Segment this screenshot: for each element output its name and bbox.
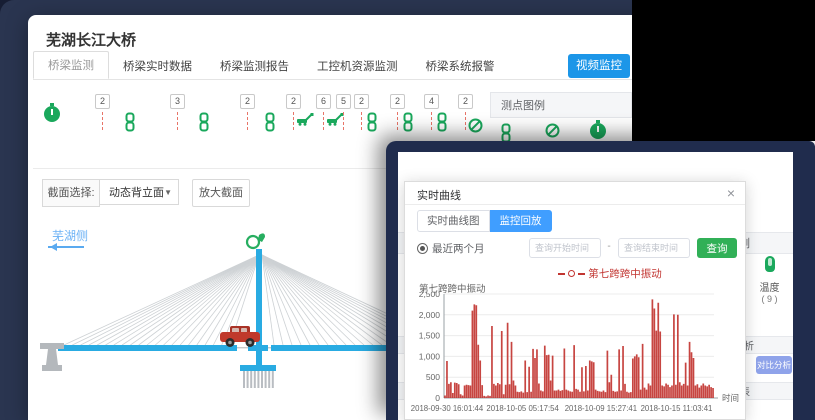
video-monitor-button[interactable]: 视频监控: [568, 54, 630, 78]
tab-0[interactable]: 桥梁监测: [33, 51, 109, 79]
badge-value[interactable]: 5: [336, 94, 351, 109]
timer-icon[interactable]: [44, 106, 60, 122]
recent-two-months-radio[interactable]: [417, 243, 428, 254]
section-select-dropdown[interactable]: 动态背立面 ▼: [99, 179, 179, 205]
section-select-value: 动态背立面: [109, 187, 164, 199]
overlay-window: 测点图例 温度 ( 9 ) 对比分析 对比分析 测点列表 实时曲线 × 实时曲线…: [386, 141, 815, 420]
compare-analysis-button[interactable]: 对比分析: [756, 356, 792, 374]
close-icon[interactable]: ×: [727, 184, 735, 202]
legend-circle-icon: [568, 270, 575, 277]
tab-2[interactable]: 桥梁监测报告: [206, 53, 303, 79]
svg-text:2,500: 2,500: [419, 292, 441, 299]
section-select-label: 截面选择:: [42, 179, 100, 207]
tab-3[interactable]: 工控机资源监测: [303, 53, 412, 79]
alarm-dash: [465, 112, 467, 130]
badge-value[interactable]: 2: [286, 94, 301, 109]
car: [220, 326, 260, 347]
alarm-dash: [323, 112, 325, 130]
ban-icon[interactable]: [468, 118, 483, 138]
alarm-dash: [431, 112, 433, 130]
svg-text:0: 0: [435, 393, 440, 403]
badge-value[interactable]: 3: [170, 94, 185, 109]
alarm-dash: [177, 112, 179, 130]
zoom-section-button[interactable]: 放大截面: [192, 179, 250, 207]
page-title: 芜湖长江大桥: [46, 29, 136, 50]
chevron-down-icon: ▼: [164, 180, 172, 206]
range-separator: -: [603, 241, 615, 252]
link-icon[interactable]: [198, 112, 210, 137]
modal-tabs: 实时曲线图 监控回放: [417, 210, 552, 232]
bridge-deck-right: [271, 345, 400, 351]
tab-realtime-curve[interactable]: 实时曲线图: [417, 210, 490, 232]
svg-text:2018-10-05 05:17:54: 2018-10-05 05:17:54: [486, 404, 559, 413]
alarm-dash: [293, 112, 295, 130]
rotate-sensor-icon: [247, 236, 259, 248]
vibration-chart: 0 500 1,000 1,500 2,000 2,500 2018-09-30 16:01…: [407, 292, 743, 420]
thermometer-icon: [765, 256, 775, 272]
svg-text:1,000: 1,000: [419, 351, 441, 361]
tab-monitor-playback[interactable]: 监控回放: [490, 210, 552, 232]
svg-text:2018-10-15 11:03:41: 2018-10-15 11:03:41: [641, 404, 713, 413]
abutment-pier: [40, 343, 64, 371]
link-icon[interactable]: [124, 112, 136, 137]
realtime-curve-modal: 实时曲线 × 实时曲线图 监控回放 最近两个月 - 查询 第七跨跨中振动: [404, 181, 746, 420]
badge-value[interactable]: 2: [390, 94, 405, 109]
svg-text:1,500: 1,500: [419, 331, 441, 341]
bridge-diagram: [28, 215, 400, 400]
legend-line-icon: [558, 273, 565, 275]
svg-text:时间: 时间: [722, 393, 739, 403]
badge-value[interactable]: 4: [424, 94, 439, 109]
recent-two-months-label: 最近两个月: [432, 241, 485, 256]
start-time-input[interactable]: [529, 238, 601, 258]
link-icon[interactable]: [264, 112, 276, 137]
badge-value[interactable]: 2: [458, 94, 473, 109]
bridge-deck-left: [58, 345, 237, 351]
alarm-dash: [102, 112, 104, 130]
temperature-legend: 温度 ( 9 ): [746, 256, 793, 304]
sensor-count-badge[interactable]: 3: [170, 94, 185, 130]
svg-text:2,000: 2,000: [419, 310, 441, 320]
tab-4[interactable]: 桥梁系统报警: [412, 53, 509, 79]
overlay-page: 测点图例 温度 ( 9 ) 对比分析 对比分析 测点列表 实时曲线 × 实时曲线…: [398, 152, 793, 420]
svg-text:2018-09-30 16:01:44: 2018-09-30 16:01:44: [411, 404, 484, 413]
legend-line-icon: [578, 273, 585, 275]
legend-timer-icon: [590, 123, 606, 139]
filter-row: 最近两个月 - 查询: [405, 238, 745, 260]
truck-icon[interactable]: [296, 112, 314, 131]
link-icon[interactable]: [366, 112, 378, 137]
alarm-dash: [397, 112, 399, 130]
alarm-dash: [247, 112, 249, 130]
alarm-dash: [361, 112, 363, 130]
legend-ban-icon: [545, 123, 560, 143]
black-screen-region: [632, 0, 815, 141]
badge-value[interactable]: 2: [240, 94, 255, 109]
link-icon[interactable]: [402, 112, 414, 137]
end-time-input[interactable]: [618, 238, 690, 258]
sensor-count-badge[interactable]: 5: [336, 94, 351, 130]
temperature-count: ( 9 ): [746, 294, 793, 304]
badge-value[interactable]: 2: [95, 94, 110, 109]
svg-text:500: 500: [426, 372, 440, 382]
temperature-label: 温度: [746, 279, 793, 294]
modal-titlebar: 实时曲线 ×: [405, 182, 745, 205]
query-button[interactable]: 查询: [697, 238, 737, 258]
badge-value[interactable]: 2: [354, 94, 369, 109]
chart-legend[interactable]: 第七跨跨中振动: [475, 266, 745, 281]
sensor-count-badge[interactable]: 2: [95, 94, 110, 130]
footing-piles: [244, 371, 273, 388]
alarm-dash: [343, 112, 345, 130]
sensor-count-badge[interactable]: 2: [240, 94, 255, 130]
legend-label: 第七跨跨中振动: [588, 266, 662, 281]
svg-text:2018-10-09 15:27:41: 2018-10-09 15:27:41: [565, 404, 637, 413]
tab-1[interactable]: 桥梁实时数据: [109, 53, 206, 79]
link-icon[interactable]: [436, 112, 448, 137]
legend-panel-header: 测点图例: [490, 92, 632, 118]
badge-value[interactable]: 6: [316, 94, 331, 109]
pylon-footing: [240, 365, 276, 371]
modal-title: 实时曲线: [417, 187, 461, 203]
